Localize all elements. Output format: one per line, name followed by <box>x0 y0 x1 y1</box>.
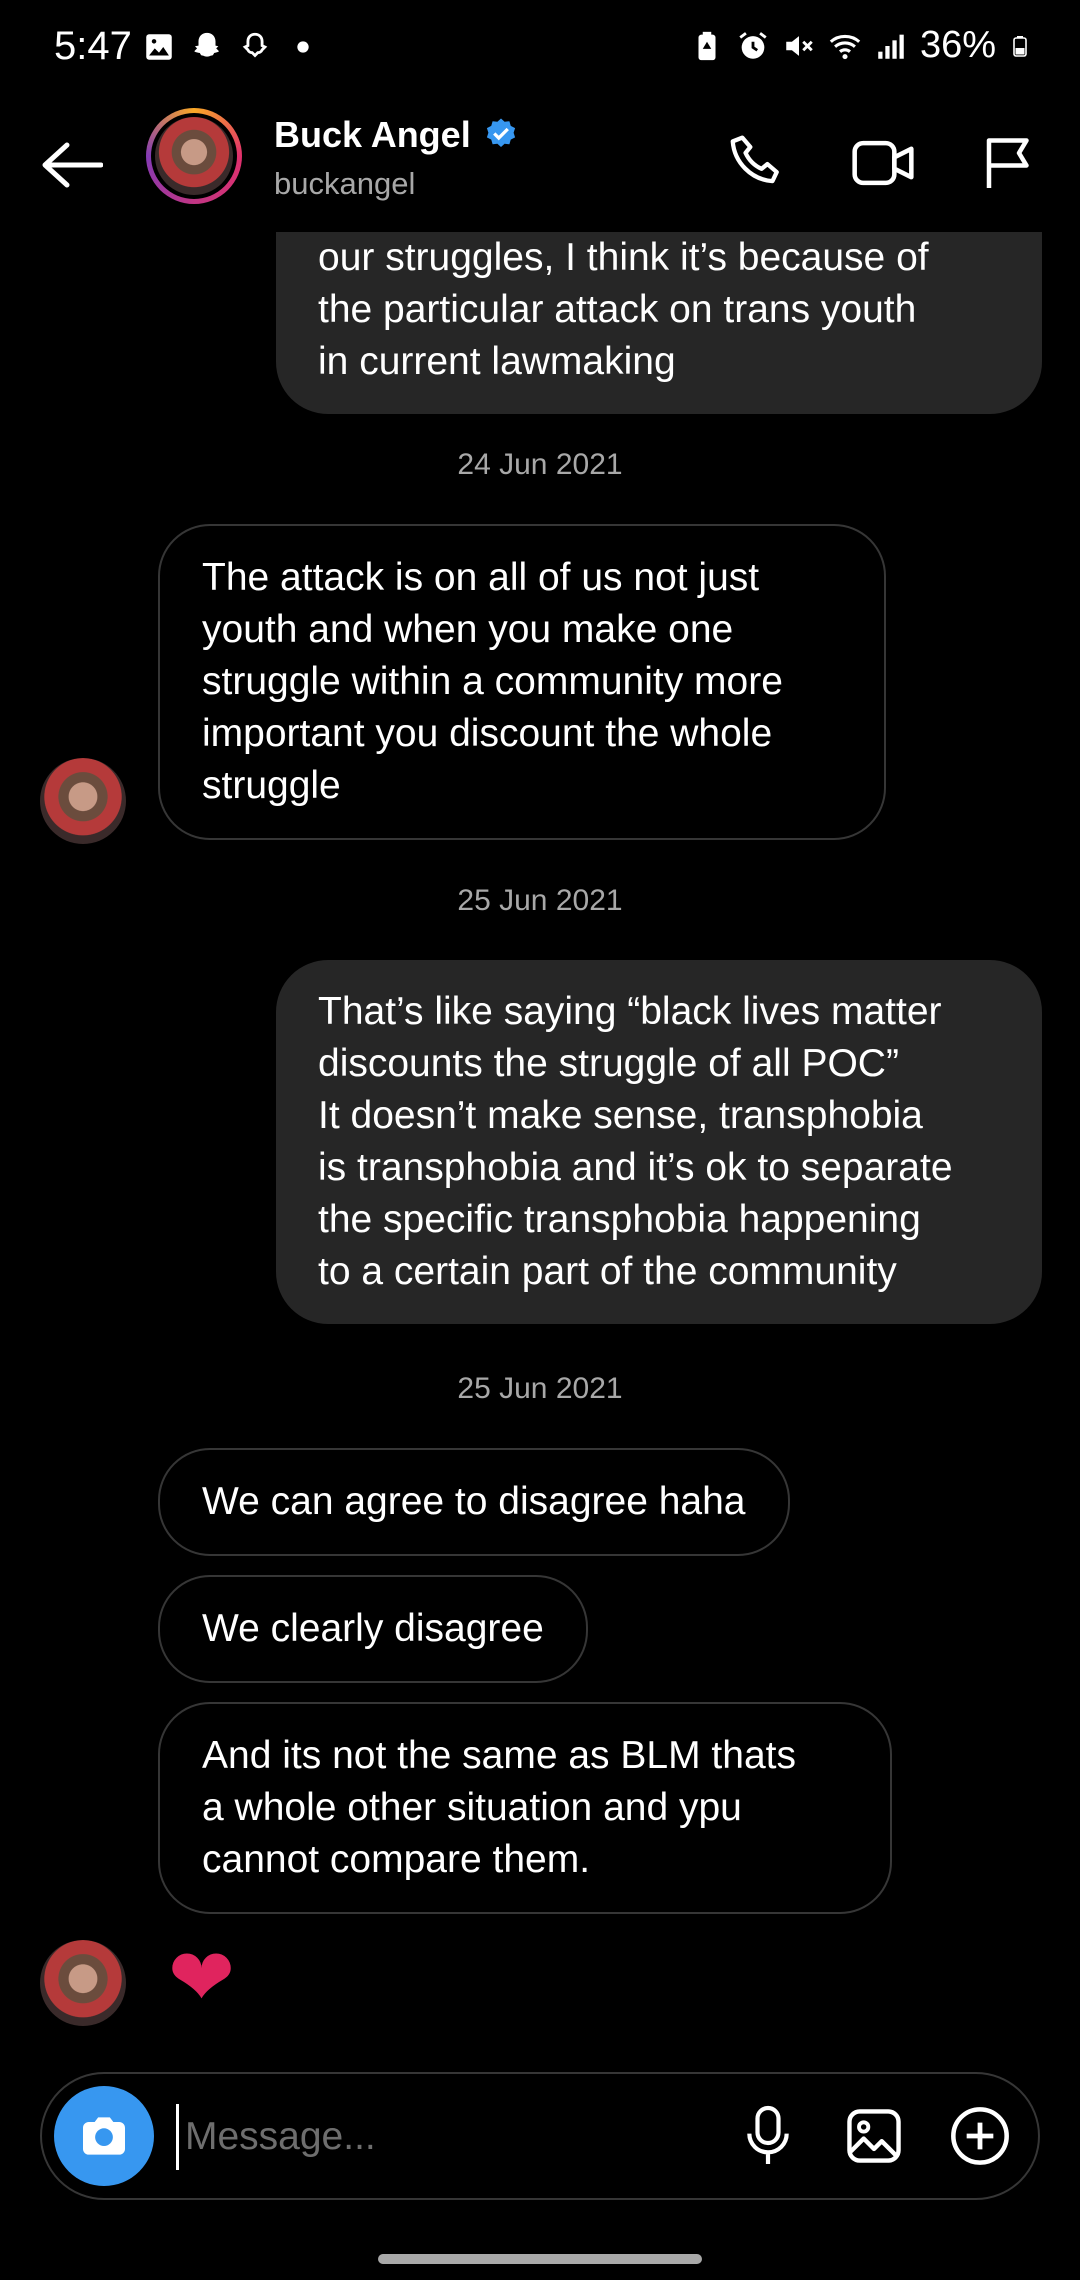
message-bubble-incoming[interactable]: And its not the same as BLM thats a whol… <box>158 1702 892 1914</box>
microphone-icon <box>747 2105 789 2164</box>
video-camera-icon <box>852 140 914 186</box>
composer-actions <box>736 2098 1012 2174</box>
avatar-image <box>155 117 233 195</box>
report-button[interactable] <box>972 126 1046 200</box>
message-composer <box>40 2072 1040 2200</box>
message-bubble-incoming[interactable]: We clearly disagree <box>158 1575 588 1683</box>
date-divider: 25 Jun 2021 <box>457 1372 623 1405</box>
gallery-button[interactable] <box>842 2098 906 2174</box>
date-divider: 25 Jun 2021 <box>457 884 623 917</box>
gallery-icon <box>146 34 172 60</box>
camera-icon <box>83 2117 125 2155</box>
sender-avatar[interactable] <box>40 1940 126 2026</box>
status-time: 5:47 <box>54 24 132 68</box>
image-icon <box>847 2109 901 2163</box>
message-input[interactable] <box>176 2104 747 2170</box>
date-divider: 24 Jun 2021 <box>457 448 623 481</box>
back-button[interactable] <box>34 130 110 200</box>
flag-icon <box>986 138 1029 188</box>
profile-avatar[interactable] <box>146 108 242 204</box>
message-bubble-incoming[interactable]: We can agree to disagree haha <box>158 1448 790 1556</box>
snapchat-icon <box>242 32 268 58</box>
home-indicator[interactable] <box>378 2254 702 2264</box>
plus-circle-icon <box>951 2107 1009 2165</box>
phone-icon <box>730 135 779 184</box>
heart-reaction-message[interactable]: ❤ <box>168 1938 235 2018</box>
message-thread[interactable]: our struggles, I think it’s because of t… <box>0 232 1080 2062</box>
notification-icons <box>142 30 320 64</box>
verified-badge-icon <box>486 118 515 147</box>
message-bubble-outgoing[interactable]: That’s like saying “black lives matter d… <box>276 960 1042 1324</box>
wifi-icon <box>829 34 861 59</box>
camera-button[interactable] <box>54 2086 154 2186</box>
contact-name-row[interactable]: Buck Angel <box>274 114 519 156</box>
contact-username: buckangel <box>274 166 416 201</box>
signal-icon <box>878 34 904 59</box>
sender-avatar[interactable] <box>40 758 126 844</box>
back-arrow-icon <box>42 142 103 188</box>
video-call-button[interactable] <box>846 126 920 200</box>
mute-icon <box>786 35 813 56</box>
header-actions <box>720 126 1046 200</box>
voice-message-button[interactable] <box>736 2098 800 2174</box>
battery-percent: 36% <box>919 24 996 66</box>
dot-icon <box>297 41 309 53</box>
alarm-icon <box>739 31 767 59</box>
battery-saver-icon <box>698 31 716 60</box>
status-bar: 5:47 36% <box>0 0 1080 100</box>
message-bubble-outgoing[interactable]: our struggles, I think it’s because of t… <box>276 232 1042 414</box>
system-icons: 36% <box>690 24 1032 67</box>
audio-call-button[interactable] <box>720 126 794 200</box>
contact-name: Buck Angel <box>274 114 471 155</box>
message-bubble-incoming[interactable]: The attack is on all of us not just yout… <box>158 524 886 840</box>
more-options-button[interactable] <box>948 2098 1012 2174</box>
snapchat-icon <box>194 32 220 57</box>
battery-icon <box>1013 35 1027 57</box>
chat-header: Buck Angel buckangel <box>0 100 1080 232</box>
